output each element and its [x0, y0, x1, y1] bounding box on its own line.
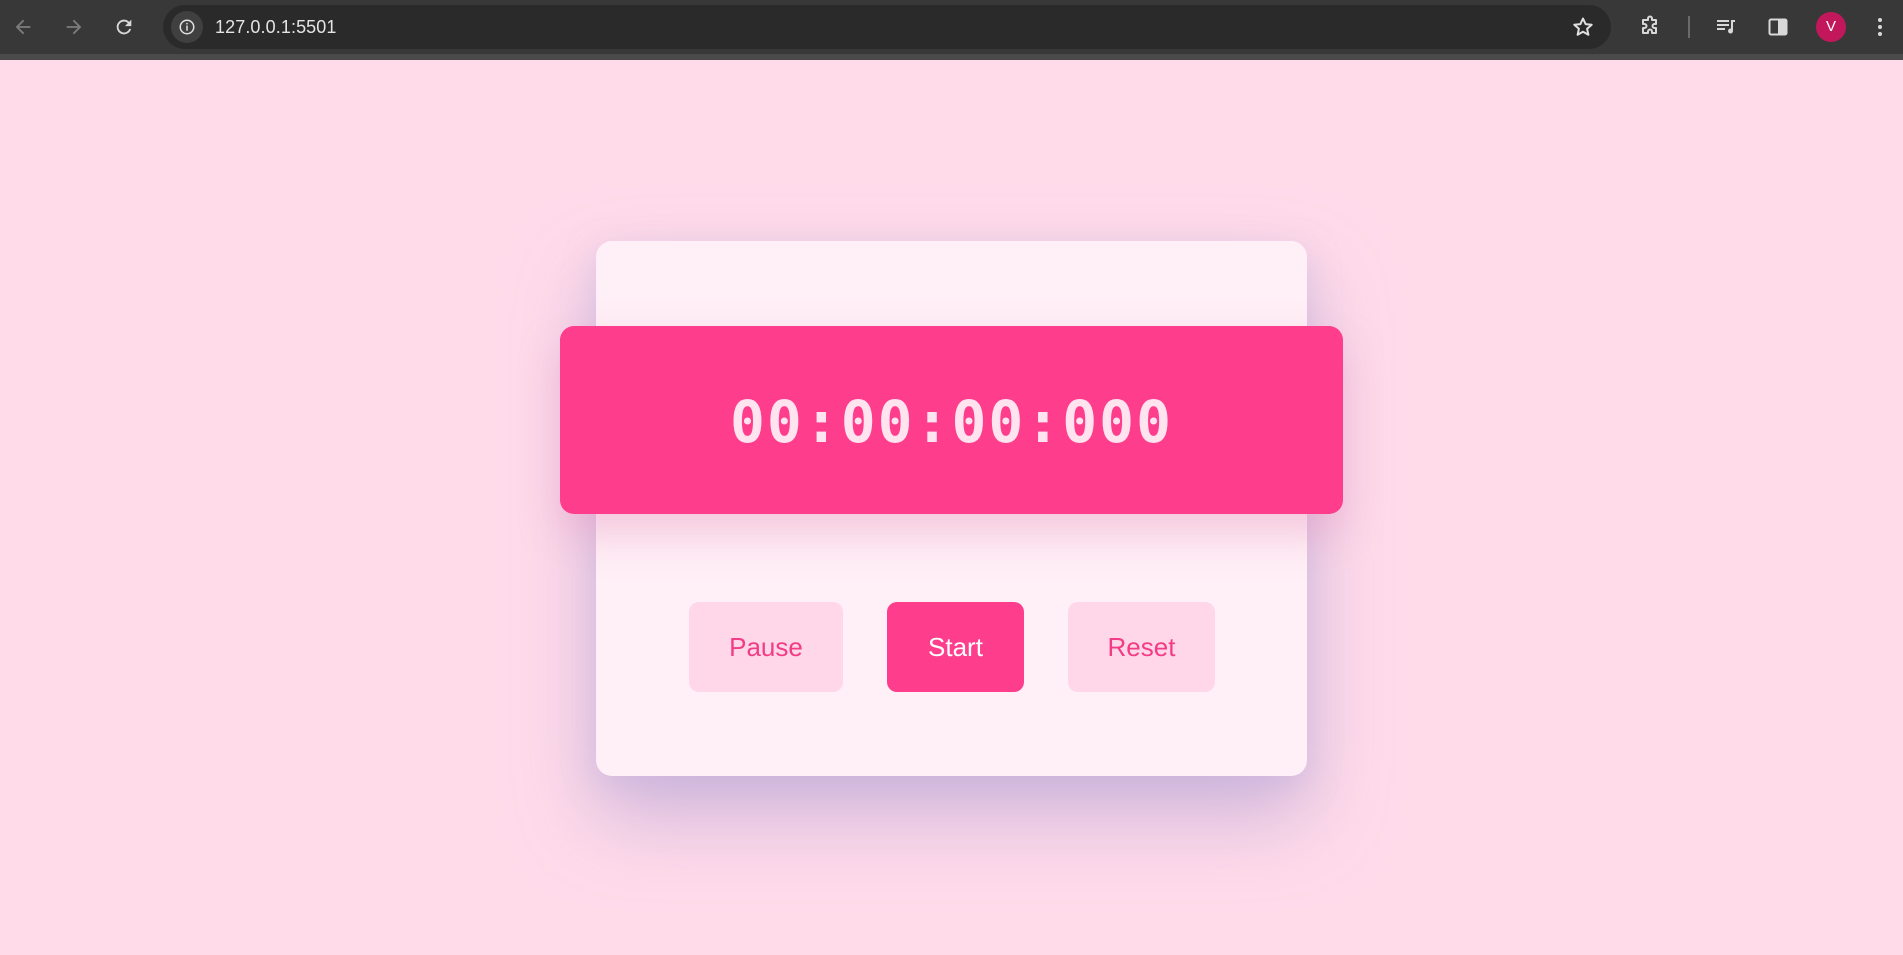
side-panel-icon: [1768, 18, 1788, 36]
puzzle-icon: [1642, 15, 1657, 34]
reload-button[interactable]: [107, 10, 141, 44]
time-readout: 00:00:00:000: [729, 388, 1174, 456]
star-icon: [1573, 17, 1593, 36]
address-bar[interactable]: 127.0.0.1:5501: [163, 5, 1611, 49]
kebab-menu-icon: [1878, 18, 1882, 36]
media-button[interactable]: [1709, 10, 1743, 44]
info-icon: [179, 19, 195, 35]
bookmark-button[interactable]: [1569, 13, 1597, 41]
toolbar-separator: [0, 54, 1903, 60]
reload-icon: [116, 19, 132, 35]
playlist-icon: [1717, 20, 1735, 34]
side-panel-button[interactable]: [1761, 10, 1795, 44]
extensions-button[interactable]: [1633, 10, 1667, 44]
forward-button[interactable]: [57, 10, 91, 44]
back-button[interactable]: [6, 10, 40, 44]
profile-avatar[interactable]: V: [1816, 12, 1846, 42]
url-text[interactable]: 127.0.0.1:5501: [215, 17, 337, 37]
arrow-left-icon: [15, 19, 31, 35]
pause-button[interactable]: Pause: [689, 602, 843, 692]
site-info-button[interactable]: [171, 11, 203, 43]
toolbar-divider: [1688, 16, 1690, 38]
menu-button[interactable]: [1863, 10, 1897, 44]
arrow-right-icon: [66, 19, 82, 35]
time-display: 00:00:00:000: [560, 326, 1343, 514]
start-button[interactable]: Start: [887, 602, 1024, 692]
browser-toolbar: 127.0.0.1:5501 V: [0, 0, 1903, 60]
reset-button[interactable]: Reset: [1068, 602, 1215, 692]
